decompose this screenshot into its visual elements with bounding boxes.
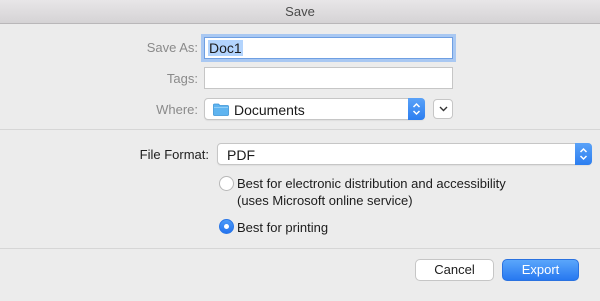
updown-chevron-icon xyxy=(579,147,588,161)
option-electronic-line2: (uses Microsoft online service) xyxy=(237,193,413,208)
radio-best-for-printing[interactable] xyxy=(219,219,234,234)
divider-bottom xyxy=(0,248,600,249)
option-electronic-line1: Best for electronic distribution and acc… xyxy=(237,176,506,191)
expand-dialog-button[interactable] xyxy=(433,99,453,119)
file-format-label: File Format: xyxy=(139,147,209,162)
export-button[interactable]: Export xyxy=(502,259,579,281)
file-format-value: PDF xyxy=(227,147,255,163)
where-label: Where: xyxy=(156,102,198,117)
save-as-label: Save As: xyxy=(146,40,198,55)
radio-electronic-distribution[interactable] xyxy=(219,176,234,191)
updown-chevron-icon xyxy=(412,102,421,116)
chevron-down-icon xyxy=(439,106,448,112)
divider-top xyxy=(0,129,600,130)
file-format-popup[interactable]: PDF xyxy=(217,143,592,165)
where-stepper[interactable] xyxy=(408,98,425,120)
option-electronic-distribution[interactable]: Best for electronic distribution and acc… xyxy=(237,175,506,209)
cancel-button[interactable]: Cancel xyxy=(415,259,494,281)
window-titlebar: Save xyxy=(0,0,600,24)
option-best-for-printing[interactable]: Best for printing xyxy=(237,219,328,236)
file-format-stepper[interactable] xyxy=(575,143,592,165)
where-value: Documents xyxy=(234,102,305,118)
where-popup[interactable]: Documents xyxy=(204,98,425,120)
tags-field[interactable] xyxy=(204,67,453,89)
save-as-value: Doc1 xyxy=(208,40,243,56)
option-printing-label: Best for printing xyxy=(237,220,329,235)
tags-input[interactable] xyxy=(205,68,452,88)
tags-label: Tags: xyxy=(166,71,198,86)
window-title: Save xyxy=(285,4,315,19)
folder-icon xyxy=(213,103,229,116)
save-as-field[interactable]: Doc1 xyxy=(204,37,453,59)
